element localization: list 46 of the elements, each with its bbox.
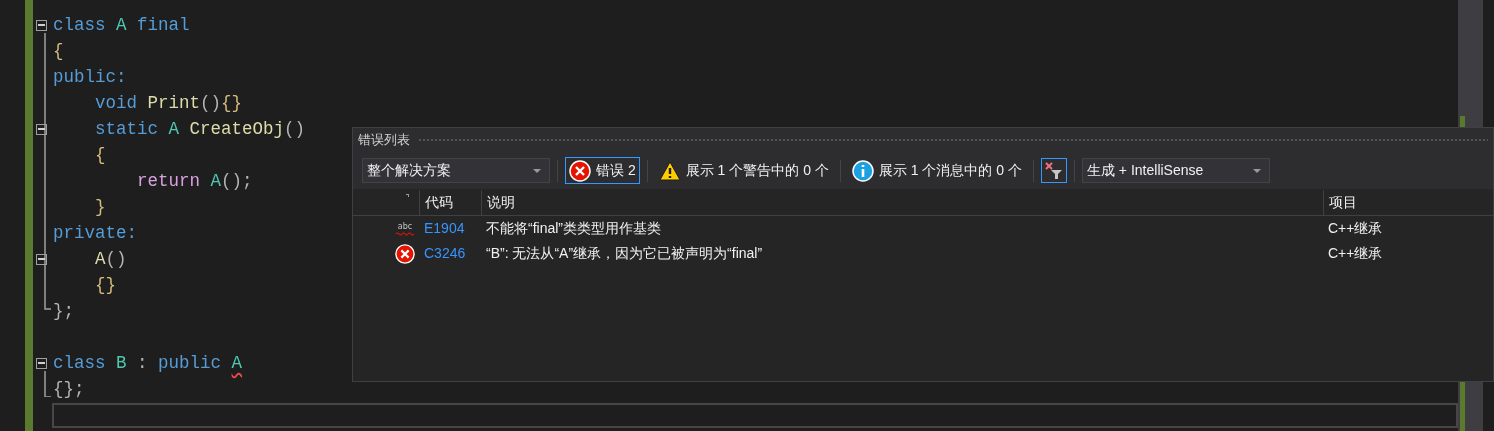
collapse-icon[interactable] [36,19,47,31]
code-line: private: [53,222,137,245]
filter-button[interactable]: 展示 1 个警告中的 0 个 [654,157,833,184]
code-line: A() [94,248,127,271]
clear-filter-button[interactable] [1040,158,1067,183]
scope-dropdown[interactable]: 整个解决方案 [362,158,550,183]
filter-button[interactable]: 展示 1 个消息中的 0 个 [847,157,1026,184]
code-line: class A final [53,14,190,37]
table-cell-text: C++继承 [1327,244,1384,263]
collapse-icon[interactable] [36,357,47,369]
source-dropdown[interactable]: 生成 + IntelliSense [1081,158,1270,183]
code-line: static A CreateObj() [94,118,306,141]
error-icon [569,159,591,182]
code-line: public: [53,66,127,89]
info-icon [851,159,874,182]
sort-glyph-icon [406,194,409,197]
panel-title: 错误列表 [358,131,410,150]
table-cell-text: 不能将“final”类类型用作基类 [485,219,662,238]
code-line: }; [53,300,74,323]
collapse-icon[interactable] [36,253,47,265]
code-line: { [94,144,106,167]
column-header[interactable]: 项目 [1323,189,1493,216]
caret-icon [1252,168,1261,173]
filter-clear-icon [1044,161,1063,180]
code-line: } [94,196,106,219]
code-line: return A(); [136,170,253,193]
code-line: void Print(){} [94,92,243,115]
warning-icon [658,160,681,181]
code-line: class B : public A [53,352,243,375]
table-cell-text: “B”: 无法从“A”继承，因为它已被声明为“final” [485,244,764,263]
change-marker [1460,116,1465,127]
table-cell-text: C++继承 [1327,219,1384,238]
code-line: {}; [53,378,85,401]
caret-icon [533,168,541,173]
error-code-link[interactable]: E1904 [419,218,481,239]
error-code-link[interactable]: C3246 [419,243,481,264]
code-line: { [53,40,64,63]
column-header[interactable]: 代码 [419,189,481,216]
column-header[interactable]: 说明 [481,189,1323,216]
code-line: {} [94,274,116,297]
dropdown-value: 生成 + IntelliSense [1086,161,1204,180]
filter-button[interactable]: 错误 2 [565,157,640,184]
collapse-icon[interactable] [36,123,47,135]
change-marker [1460,382,1465,431]
error-icon [395,243,415,264]
dropdown-value: 整个解决方案 [367,161,451,180]
